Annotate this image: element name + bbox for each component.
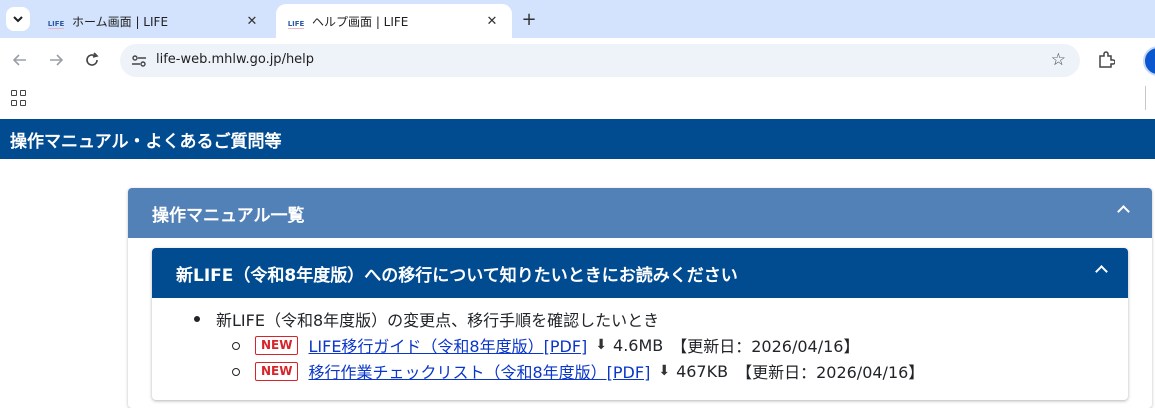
close-icon[interactable]: ✕ — [482, 11, 502, 31]
address-bar[interactable]: life-web.mhlw.go.jp/help ☆ — [120, 44, 1080, 77]
life-favicon: LIFE — [288, 13, 304, 29]
tab-title: ヘルプ画面 | LIFE — [312, 14, 409, 29]
manual-list-accordion: 操作マニュアル一覧 新LIFE（令和8年度版）への移行について知りたいときにお読… — [128, 188, 1152, 408]
subsection-title: 新LIFE（令和8年度版）への移行について知りたいときにお読みください — [176, 265, 738, 286]
doc-row: NEW LIFE移行ガイド（令和8年度版）[PDF] ⬇ 4.6MB 【更新日：… — [192, 332, 1112, 358]
chevron-up-icon[interactable] — [1094, 262, 1108, 276]
back-icon[interactable] — [8, 48, 32, 72]
list-item: 新LIFE（令和8年度版）の変更点、移行手順を確認したいとき — [192, 306, 1112, 332]
life-favicon: LIFE — [48, 13, 64, 29]
new-badge: NEW — [255, 361, 299, 381]
download-icon: ⬇ — [595, 337, 608, 353]
site-settings-icon[interactable] — [130, 52, 148, 70]
section-header[interactable]: 操作マニュアル一覧 — [128, 188, 1152, 238]
new-badge: NEW — [255, 335, 299, 355]
download-icon: ⬇ — [658, 363, 671, 379]
tab-strip: LIFE ホーム画面 | LIFE ✕ LIFE ヘルプ画面 | LIFE ✕ … — [0, 0, 1155, 38]
new-tab-button[interactable]: + — [518, 8, 540, 30]
section-title: 操作マニュアル一覧 — [152, 205, 305, 226]
doc-list: 新LIFE（令和8年度版）の変更点、移行手順を確認したいとき NEW LIFE移… — [192, 306, 1112, 384]
page-title: 操作マニュアル・よくあるご質問等 — [0, 119, 1155, 159]
doc-row: NEW 移行作業チェックリスト（令和8年度版）[PDF] ⬇ 467KB 【更新… — [192, 358, 1112, 384]
tab-title: ホーム画面 | LIFE — [72, 14, 169, 29]
file-size: 4.6MB — [613, 335, 664, 355]
doc-link-migration-guide[interactable]: LIFE移行ガイド（令和8年度版）[PDF] — [308, 333, 587, 357]
reload-icon[interactable] — [80, 48, 104, 72]
divider — [1145, 86, 1146, 110]
url-text: life-web.mhlw.go.jp/help — [156, 52, 315, 67]
doc-link-checklist[interactable]: 移行作業チェックリスト（令和8年度版）[PDF] — [308, 359, 650, 383]
migration-accordion: 新LIFE（令和8年度版）への移行について知りたいときにお読みください 新LIF… — [152, 248, 1128, 400]
forward-icon[interactable] — [44, 48, 68, 72]
tab-home[interactable]: LIFE ホーム画面 | LIFE ✕ — [36, 4, 272, 38]
subsection-header[interactable]: 新LIFE（令和8年度版）への移行について知りたいときにお読みください — [152, 248, 1128, 298]
apps-icon[interactable] — [11, 90, 27, 106]
chevron-up-icon[interactable] — [1116, 202, 1130, 216]
bookmarks-bar — [0, 82, 1155, 118]
extensions-icon[interactable] — [1094, 48, 1118, 72]
star-icon[interactable]: ☆ — [1051, 50, 1066, 70]
updated-date: 【更新日：2026/04/16】 — [736, 363, 925, 382]
tab-help[interactable]: LIFE ヘルプ画面 | LIFE ✕ — [276, 4, 512, 38]
avatar[interactable] — [1143, 46, 1155, 76]
browser-toolbar: life-web.mhlw.go.jp/help ☆ — [0, 38, 1155, 82]
item-text: 新LIFE（令和8年度版）の変更点、移行手順を確認したいとき — [216, 311, 660, 330]
updated-date: 【更新日：2026/04/16】 — [671, 337, 860, 356]
close-icon[interactable]: ✕ — [242, 11, 262, 31]
tab-list-icon[interactable] — [6, 7, 30, 31]
file-size: 467KB — [676, 361, 729, 381]
